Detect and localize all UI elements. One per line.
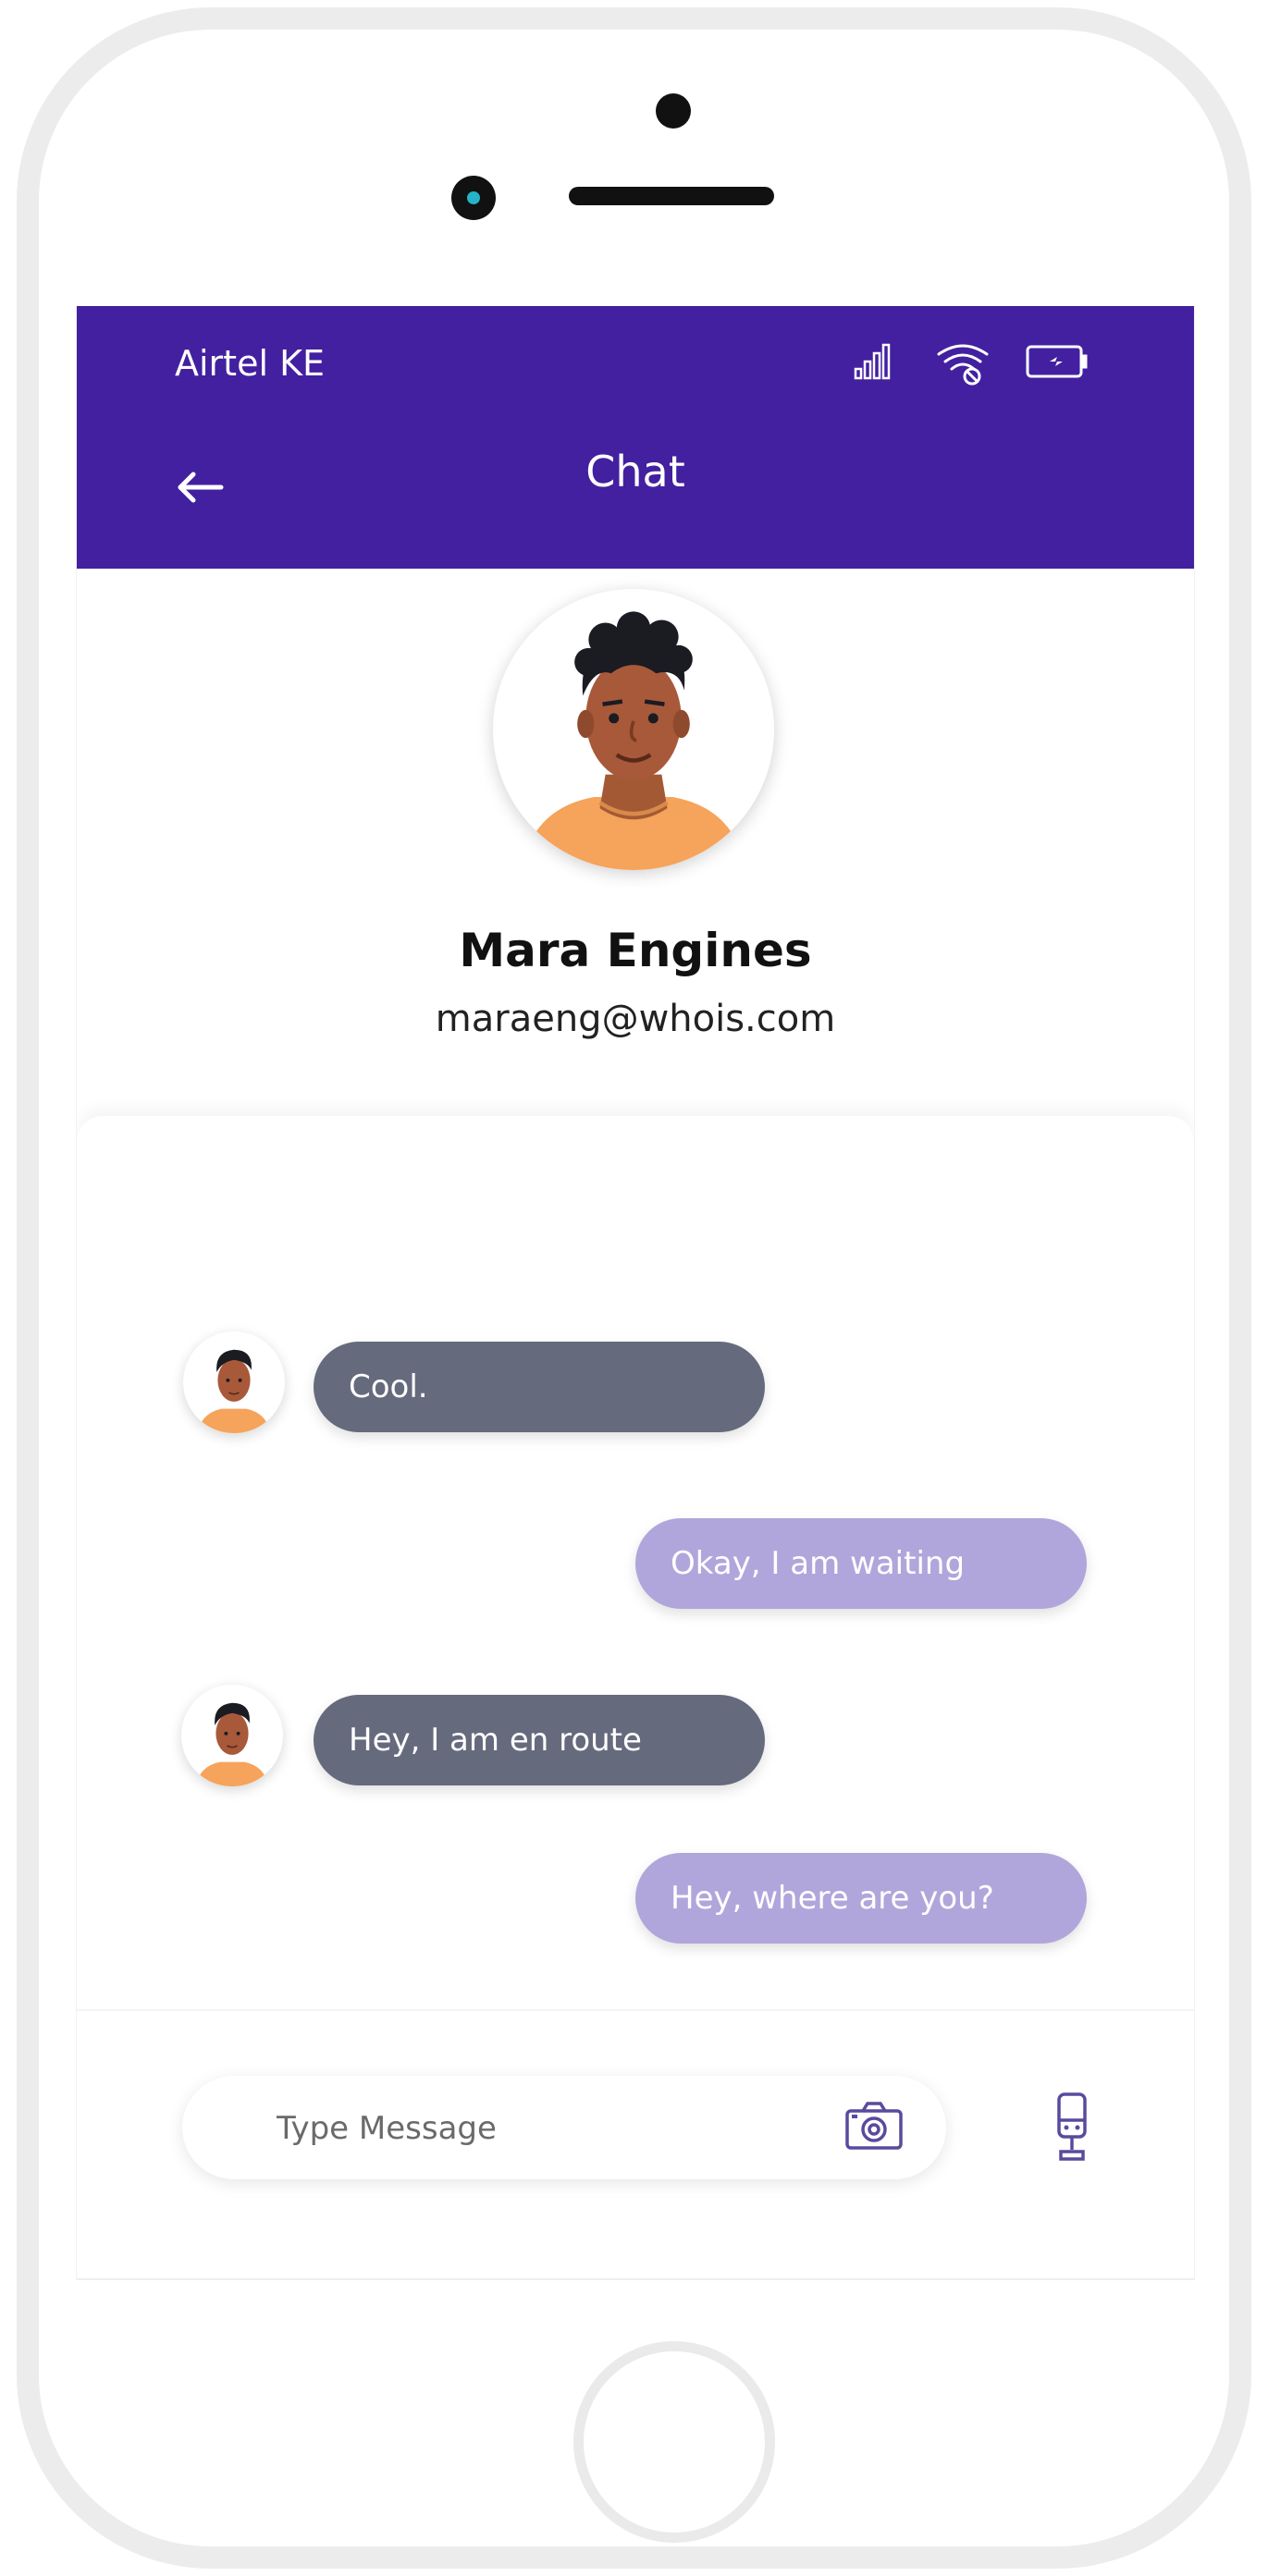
app-header: Airtel KE Chat (77, 306, 1194, 569)
contact-name: Mara Engines (459, 924, 812, 977)
message-bubble-received[interactable]: Cool. (314, 1342, 765, 1432)
sender-avatar (183, 1331, 285, 1433)
contact-email: maraeng@whois.com (435, 998, 836, 1040)
message-bubble-received[interactable]: Hey, I am en route (314, 1695, 765, 1785)
microphone-button[interactable] (1048, 2091, 1096, 2165)
avatar-illustration (521, 611, 746, 870)
earpiece-speaker (569, 187, 774, 205)
page-title: Chat (585, 447, 685, 497)
front-camera (451, 176, 496, 220)
app-screen: Airtel KE Chat Mara Engines maraeng@whoi… (76, 306, 1195, 2280)
message-input[interactable] (275, 2102, 796, 2155)
profile-avatar[interactable] (493, 589, 774, 870)
home-button[interactable] (573, 2341, 775, 2543)
wifi-icon (937, 344, 989, 386)
signal-icon (854, 343, 891, 380)
message-bubble-sent[interactable]: Okay, I am waiting (635, 1518, 1087, 1609)
battery-charging-icon (1026, 345, 1088, 378)
chat-messages: Cool. Okay, I am waiting Hey, I am en ro… (77, 1116, 1194, 2009)
message-composer (77, 2009, 1194, 2278)
sender-avatar (181, 1685, 283, 1786)
microphone-icon (1057, 2092, 1087, 2161)
camera-button[interactable] (844, 2100, 904, 2153)
camera-icon (845, 2102, 903, 2150)
message-bubble-sent[interactable]: Hey, where are you? (635, 1853, 1087, 1944)
carrier-name: Airtel KE (175, 343, 326, 384)
sensor-dot (656, 93, 691, 129)
message-input-wrapper (182, 2076, 946, 2179)
